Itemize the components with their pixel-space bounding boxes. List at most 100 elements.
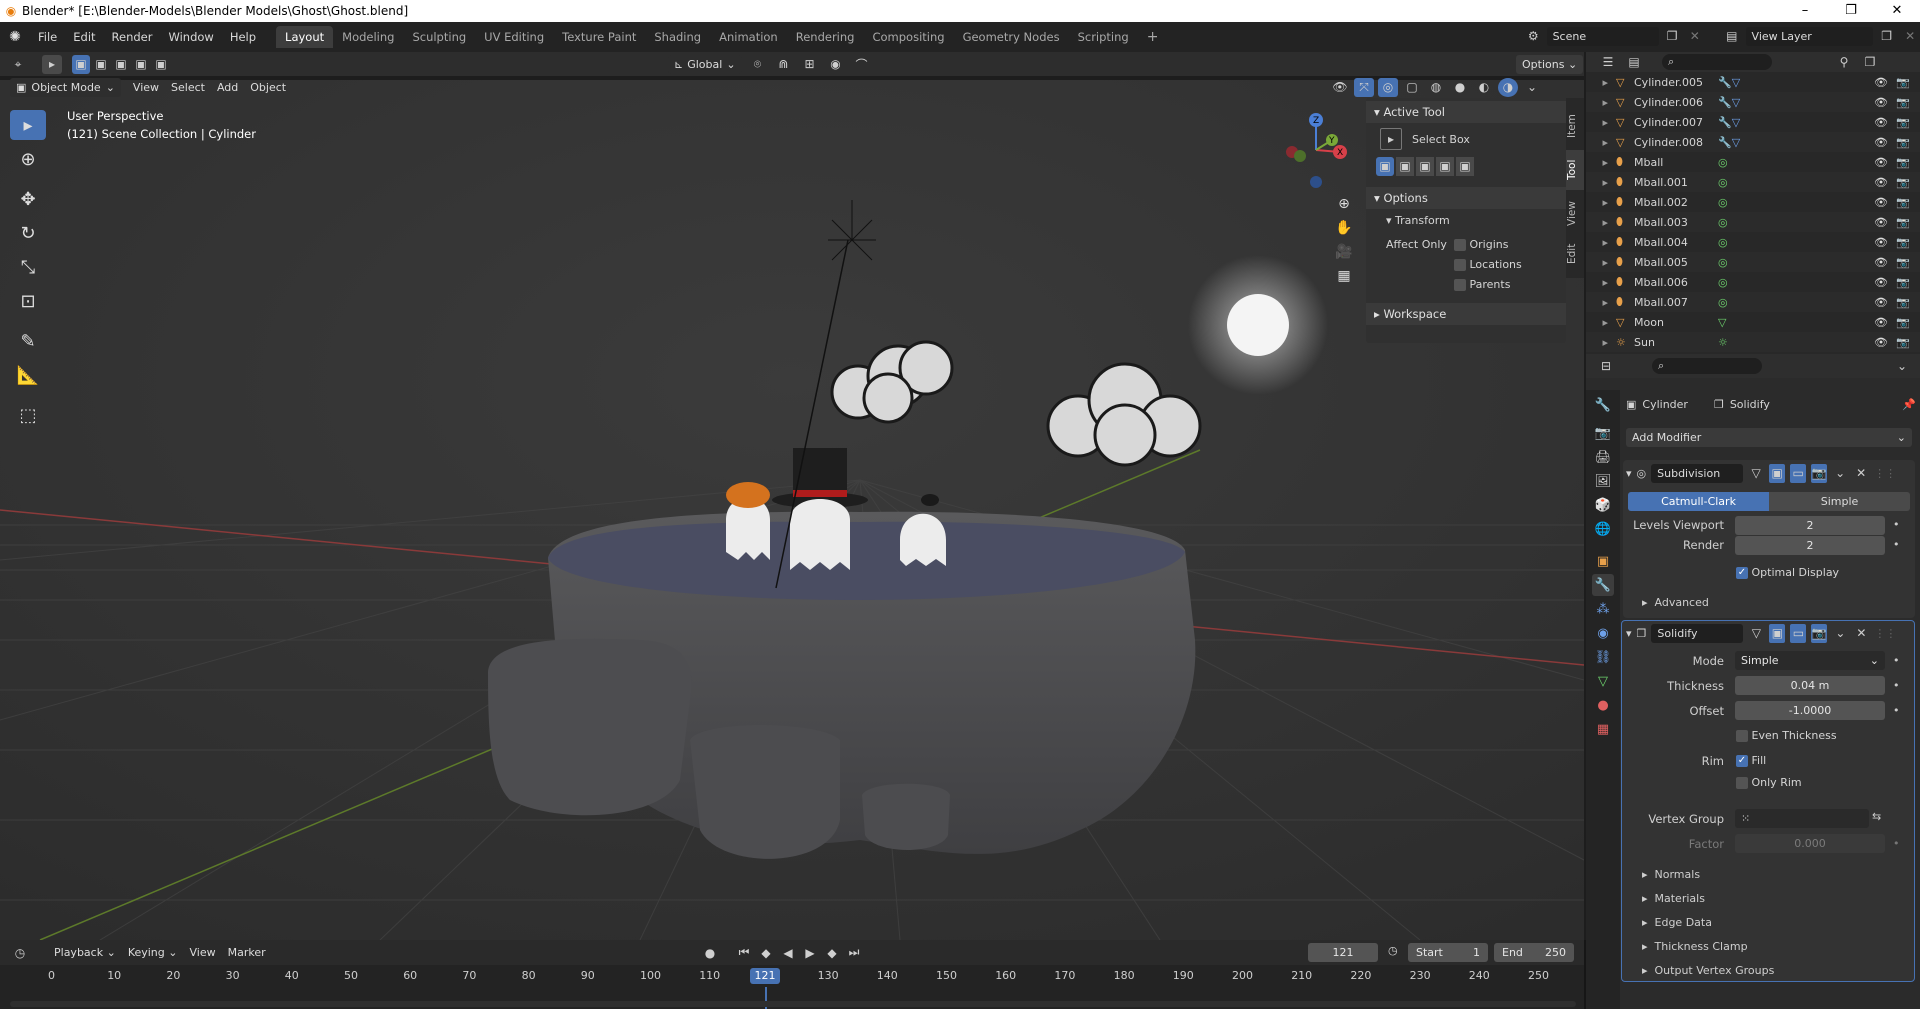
render-camera-icon[interactable]: 📷	[1896, 156, 1910, 169]
outliner-row[interactable]: ▸ ⬮ Mball.005 ◎ 👁 📷	[1586, 252, 1920, 272]
tab-edit[interactable]: Edit	[1566, 236, 1584, 272]
expand-arrow-icon[interactable]: ▸	[1586, 276, 1616, 289]
material-tab-icon[interactable]: ●	[1592, 694, 1614, 716]
vertex-group-field[interactable]: ⁙	[1735, 809, 1869, 828]
cage-toggle-icon[interactable]: ▣	[1769, 463, 1786, 483]
workspace-tab-layout[interactable]: Layout	[276, 26, 334, 48]
solidify-name-field[interactable]: Solidify	[1651, 623, 1744, 643]
expand-arrow-icon[interactable]: ▸	[1586, 216, 1616, 229]
menu-playback[interactable]: Playback ⌄	[48, 943, 122, 962]
options-dropdown[interactable]: Options ⌄	[1516, 54, 1584, 74]
cage-toggle-icon[interactable]: ▣	[1769, 623, 1786, 643]
mode-dropdown[interactable]: Simple ⌄	[1735, 651, 1885, 670]
collapse-icon[interactable]: ▾	[1626, 467, 1632, 480]
properties-search-input[interactable]: ⌕	[1652, 358, 1762, 374]
workspace-tab-uv-editing[interactable]: UV Editing	[475, 26, 553, 48]
mode-extend-icon[interactable]: ▣	[1396, 156, 1414, 176]
outliner-row[interactable]: ▸ ⬮ Mball ◎ 👁 📷	[1586, 152, 1920, 172]
parents-checkbox[interactable]: Parents	[1454, 278, 1510, 291]
pin-icon[interactable]: 📌	[1902, 398, 1916, 411]
locations-checkbox[interactable]: Locations	[1454, 258, 1522, 271]
advanced-subpanel-header[interactable]: ▸ Advanced	[1642, 596, 1709, 609]
add-workspace-button[interactable]: +	[1138, 26, 1168, 48]
view-layer-tab-icon[interactable]: 🖼	[1592, 470, 1614, 492]
visibility-eye-icon[interactable]: 👁	[1874, 336, 1888, 349]
navigation-gizmo[interactable]: Z Y X	[1276, 110, 1356, 190]
jump-end-icon[interactable]: ⏭	[844, 943, 864, 962]
modifier-menu-icon[interactable]: ⌄	[1832, 624, 1848, 643]
simple-tab[interactable]: Simple	[1769, 492, 1910, 511]
cursor-tool-icon[interactable]: ⊕	[10, 144, 46, 174]
next-keyframe-icon[interactable]: ◆	[822, 943, 842, 962]
select-box-icon[interactable]: ▸	[1380, 128, 1402, 150]
catmull-clark-tab[interactable]: Catmull-Clark	[1628, 492, 1769, 511]
active-tool-section-header[interactable]: ▾ Active Tool	[1366, 101, 1566, 123]
render-camera-icon[interactable]: 📷	[1896, 136, 1910, 149]
output-tab-icon[interactable]: 🖨	[1592, 446, 1614, 468]
minimize-button[interactable]: –	[1782, 0, 1828, 22]
render-camera-icon[interactable]: 📷	[1896, 196, 1910, 209]
visibility-eye-icon[interactable]: 👁	[1874, 116, 1888, 129]
keyframe-dot-icon[interactable]: •	[1893, 518, 1900, 531]
workspace-tab-shading[interactable]: Shading	[645, 26, 710, 48]
outliner-row[interactable]: ▸ ▽ Cylinder.007 🔧▽ 👁 📷	[1586, 112, 1920, 132]
offset-field[interactable]: -1.0000	[1735, 701, 1885, 720]
gizmo-toggle-icon[interactable]: ⤧	[1354, 77, 1374, 97]
ortho-grid-icon[interactable]: ▦	[1337, 268, 1350, 284]
tool-tab-icon[interactable]: 🔧	[1592, 394, 1614, 416]
constraints-tab-icon[interactable]: ⛓	[1592, 646, 1614, 668]
workspace-tab-scripting[interactable]: Scripting	[1069, 26, 1138, 48]
outliner-editor-icon[interactable]: ☰	[1598, 53, 1618, 72]
rim-fill-checkbox[interactable]: ✓ Fill	[1736, 754, 1766, 767]
outliner-item-name[interactable]: Mball.007	[1634, 296, 1718, 309]
rendered-shading-icon[interactable]: ◑	[1498, 77, 1518, 97]
mode-new-icon[interactable]: ▣	[1376, 156, 1394, 176]
outliner-row[interactable]: ▸ ▽ Moon ▽ 👁 📷	[1586, 312, 1920, 332]
solidify-subpanel-header[interactable]: ▸ Thickness Clamp	[1642, 940, 1748, 953]
workspace-tab-texture-paint[interactable]: Texture Paint	[553, 26, 645, 48]
menu-marker[interactable]: Marker	[222, 943, 272, 962]
workspace-tab-sculpting[interactable]: Sculpting	[403, 26, 475, 48]
render-camera-icon[interactable]: 📷	[1896, 296, 1910, 309]
menu-add[interactable]: Add	[211, 78, 244, 97]
mode-invert-icon[interactable]: ▣	[1436, 156, 1454, 176]
workspace-section-header[interactable]: ▸ Workspace	[1366, 303, 1566, 325]
scale-tool-icon[interactable]: ⤡	[10, 252, 46, 282]
visibility-eye-icon[interactable]: 👁	[1874, 276, 1888, 289]
render-camera-icon[interactable]: 📷	[1896, 216, 1910, 229]
maximize-button[interactable]: ❐	[1828, 0, 1874, 22]
texture-tab-icon[interactable]: ▦	[1592, 718, 1614, 740]
scene-tab-icon[interactable]: 🎲	[1592, 494, 1614, 516]
particles-tab-icon[interactable]: ⁂	[1592, 598, 1614, 620]
modifier-tab-icon[interactable]: 🔧	[1592, 574, 1614, 596]
transform-orientation-dropdown[interactable]: ⊾ Global ⌄	[668, 54, 742, 74]
physics-tab-icon[interactable]: ◉	[1592, 622, 1614, 644]
menu-view[interactable]: View	[127, 78, 165, 97]
properties-options-icon[interactable]: ⌄	[1892, 357, 1912, 376]
menu-help[interactable]: Help	[222, 22, 264, 52]
outliner-item-name[interactable]: Sun	[1634, 336, 1718, 349]
menu-edit[interactable]: Edit	[65, 22, 103, 52]
menu-file[interactable]: File	[30, 22, 65, 52]
menu-select[interactable]: Select	[165, 78, 211, 97]
shading-options-icon[interactable]: ⌄	[1522, 78, 1542, 97]
outliner-item-name[interactable]: Mball	[1634, 156, 1718, 169]
outliner-item-name[interactable]: Cylinder.007	[1634, 116, 1718, 129]
select-box-tool-icon[interactable]: ▸	[10, 110, 46, 140]
even-thickness-checkbox[interactable]: Even Thickness	[1736, 729, 1837, 742]
render-camera-icon[interactable]: 📷	[1896, 176, 1910, 189]
render-toggle-icon[interactable]: 📷	[1811, 463, 1828, 483]
pan-hand-icon[interactable]: ✋	[1335, 220, 1352, 236]
transform-subsection-header[interactable]: ▾ Transform	[1366, 209, 1566, 231]
expand-arrow-icon[interactable]: ▸	[1586, 256, 1616, 269]
outliner-row[interactable]: ▸ ⬮ Mball.007 ◎ 👁 📷	[1586, 292, 1920, 312]
drag-handle-icon[interactable]: ⋮⋮	[1874, 467, 1896, 480]
outliner-row[interactable]: ▸ ⬮ Mball.001 ◎ 👁 📷	[1586, 172, 1920, 192]
render-camera-icon[interactable]: 📷	[1896, 336, 1910, 349]
world-tab-icon[interactable]: 🌐	[1592, 518, 1614, 540]
workspace-tab-compositing[interactable]: Compositing	[863, 26, 953, 48]
visibility-eye-icon[interactable]: 👁	[1874, 76, 1888, 89]
outliner-row[interactable]: ▸ ▽ Cylinder.005 🔧▽ 👁 📷	[1586, 72, 1920, 92]
outliner-row[interactable]: ▸ ⬮ Mball.006 ◎ 👁 📷	[1586, 272, 1920, 292]
menu-window[interactable]: Window	[160, 22, 221, 52]
